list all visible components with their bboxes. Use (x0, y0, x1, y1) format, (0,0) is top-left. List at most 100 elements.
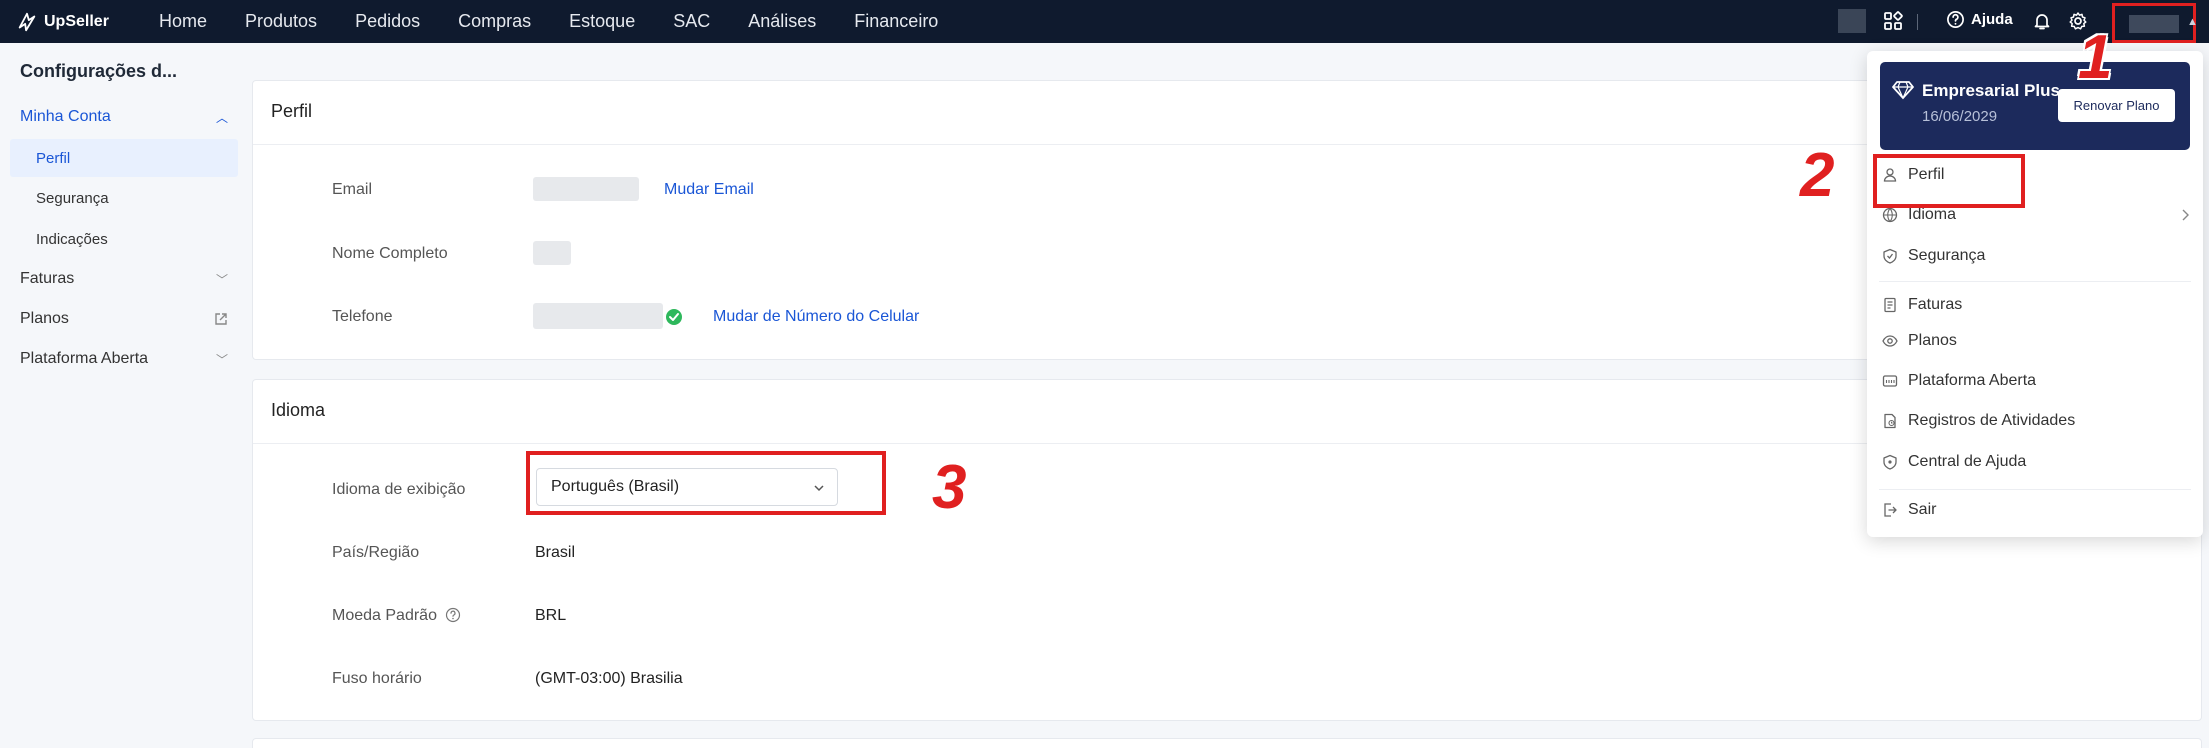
menu-item-plataforma-aberta[interactable]: Plataforma Aberta (1867, 362, 2203, 400)
help-label: Ajuda (1971, 11, 2013, 28)
account-dropdown-menu: Empresarial Plus 16/06/2029 Renovar Plan… (1867, 51, 2203, 537)
blurred-phone-value (533, 303, 663, 329)
blurred-store-thumbnail[interactable] (1838, 9, 1866, 33)
sidebar-item-plataforma-aberta[interactable]: Plataforma Aberta ﹀ (0, 341, 240, 377)
sidebar-group-label: Minha Conta (20, 108, 111, 125)
upseller-logo-icon (18, 12, 36, 32)
annotation-box-2 (1873, 154, 2025, 208)
invoice-icon (1884, 297, 1896, 313)
sidebar-item-perfil[interactable]: Perfil (10, 139, 238, 177)
annotation-box-3 (526, 451, 886, 515)
help-center-icon (1883, 454, 1897, 470)
annotation-number-2: 2 (1800, 141, 1835, 210)
toolbar-divider (1917, 14, 1918, 30)
nav-home[interactable]: Home (140, 11, 226, 32)
blurred-email-value (533, 177, 639, 201)
blurred-account-name (2129, 15, 2179, 33)
annotation-number-1: 1 (2078, 23, 2113, 92)
menu-item-seguranca[interactable]: Segurança (1867, 237, 2203, 275)
chevron-down-icon: ﹀ (215, 272, 228, 287)
display-language-label: Idioma de exibição (332, 481, 466, 498)
sidebar-item-label: Planos (20, 310, 69, 327)
nav-produtos[interactable]: Produtos (226, 11, 336, 32)
plan-card: Empresarial Plus 16/06/2029 Renovar Plan… (1880, 62, 2190, 150)
question-circle-icon (1947, 11, 1964, 28)
country-value: Brasil (535, 544, 576, 561)
sidebar-item-planos[interactable]: Planos (0, 301, 240, 337)
sidebar-item-seguranca[interactable]: Segurança (10, 179, 238, 217)
menu-item-label: Planos (1908, 332, 1957, 349)
menu-item-label: Idioma (1908, 206, 1957, 223)
menu-item-label: Sair (1908, 501, 1937, 518)
chevron-up-icon: ︿ (215, 110, 228, 125)
nav-financeiro[interactable]: Financeiro (835, 11, 957, 32)
chevron-right-icon (2182, 209, 2189, 221)
language-card-title: Idioma (271, 400, 326, 420)
diamond-icon (1892, 81, 1914, 100)
upseller-logo[interactable]: UpSeller (16, 10, 109, 34)
menu-item-sair[interactable]: Sair (1867, 491, 2203, 529)
sidebar-item-indicacoes[interactable]: Indicações (10, 220, 238, 258)
shield-icon (1883, 248, 1897, 264)
api-icon (1882, 375, 1898, 387)
sidebar-item-label: Indicações (36, 230, 108, 248)
sidebar-title: Configurações d... (20, 61, 178, 81)
verified-check-icon (666, 309, 682, 325)
help-button[interactable]: Ajuda (1946, 10, 2013, 29)
currency-value: BRL (535, 607, 567, 624)
question-circle-icon[interactable] (445, 607, 461, 623)
nav-sac[interactable]: SAC (654, 11, 729, 32)
timezone-label: Fuso horário (332, 670, 422, 687)
nav-estoque[interactable]: Estoque (550, 11, 654, 32)
profile-card-title: Perfil (271, 101, 313, 121)
globe-icon (1882, 207, 1898, 223)
currency-label-row: Moeda Padrão (332, 607, 461, 625)
email-label: Email (332, 181, 373, 198)
sidebar-group-minha-conta[interactable]: Minha Conta ︿ (0, 99, 240, 135)
plan-expiry-date: 16/06/2029 (1922, 108, 1998, 125)
currency-label: Moeda Padrão (332, 607, 437, 624)
annotation-number-3: 3 (932, 453, 967, 522)
change-phone-link[interactable]: Mudar de Número do Celular (713, 308, 919, 326)
menu-separator (1879, 489, 2191, 490)
sidebar-item-label: Perfil (36, 149, 71, 167)
menu-item-central-de-ajuda[interactable]: Central de Ajuda (1867, 443, 2203, 481)
main-nav: Home Produtos Pedidos Compras Estoque SA… (140, 0, 957, 43)
country-label: País/Região (332, 544, 420, 561)
logout-icon (1884, 503, 1897, 517)
nav-analises[interactable]: Análises (729, 11, 835, 32)
settings-sidebar: Configurações d... Minha Conta ︿ Perfil … (0, 43, 246, 748)
menu-item-label: Registros de Atividades (1908, 412, 2076, 429)
external-link-icon (215, 313, 227, 325)
menu-item-faturas[interactable]: Faturas (1867, 286, 2203, 324)
activity-log-icon (1884, 413, 1896, 429)
brand-name: UpSeller (44, 13, 109, 30)
phone-label: Telefone (332, 308, 393, 325)
full-name-label: Nome Completo (332, 245, 448, 262)
menu-item-label: Plataforma Aberta (1908, 372, 2037, 389)
apps-grid-icon[interactable] (1883, 11, 1903, 31)
change-email-link[interactable]: Mudar Email (664, 181, 754, 199)
menu-item-label: Faturas (1908, 296, 1963, 313)
sidebar-item-label: Segurança (36, 189, 109, 207)
nav-compras[interactable]: Compras (439, 11, 550, 32)
sidebar-item-label: Plataforma Aberta (20, 350, 149, 367)
nav-pedidos[interactable]: Pedidos (336, 11, 439, 32)
top-navigation-bar: UpSeller Home Produtos Pedidos Compras E… (0, 0, 2209, 43)
menu-item-label: Central de Ajuda (1908, 453, 2027, 470)
menu-item-label: Segurança (1908, 247, 1986, 264)
plan-name: Empresarial Plus (1922, 81, 2060, 100)
bell-icon[interactable] (2032, 11, 2052, 31)
timezone-value: (GMT-03:00) Brasilia (535, 670, 683, 687)
sidebar-item-faturas[interactable]: Faturas ﹀ (0, 261, 240, 297)
plan-eye-icon (1882, 335, 1898, 347)
caret-up-icon: ▲ (2187, 16, 2198, 28)
account-menu-trigger[interactable]: ▲ (2112, 3, 2198, 43)
chevron-down-icon: ﹀ (215, 352, 228, 367)
menu-item-registros-de-atividades[interactable]: Registros de Atividades (1867, 402, 2203, 440)
next-section-card (252, 738, 2202, 748)
menu-item-planos[interactable]: Planos (1867, 322, 2203, 360)
sidebar-item-label: Faturas (20, 270, 75, 287)
renew-plan-button[interactable]: Renovar Plano (2058, 89, 2175, 122)
menu-separator (1879, 281, 2191, 282)
